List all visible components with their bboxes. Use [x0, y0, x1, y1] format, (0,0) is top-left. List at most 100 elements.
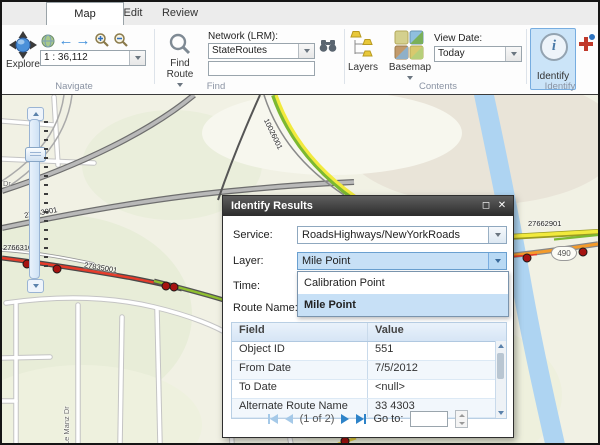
street-label-le-manz-dr: Le Manz Dr	[62, 406, 71, 444]
cell-field: Object ID	[232, 342, 368, 360]
maximize-button[interactable]: ◻	[479, 199, 493, 213]
service-dropdown-arrow[interactable]	[488, 227, 506, 243]
network-dropdown-arrow[interactable]	[298, 44, 314, 58]
chevron-down-icon	[304, 49, 310, 53]
identify-route-location-button[interactable]	[576, 33, 596, 53]
next-page-button[interactable]	[341, 414, 349, 424]
route-name-label: Route Name:	[233, 302, 298, 314]
scrollbar-thumb[interactable]	[497, 353, 504, 379]
table-pager: (1 of 2) Go to:	[231, 408, 505, 430]
table-row[interactable]: Object ID 551	[232, 342, 506, 361]
find-route-dropdown[interactable]	[173, 81, 187, 89]
previous-extent-button[interactable]: ←	[58, 31, 74, 49]
table-row[interactable]: To Date <null>	[232, 380, 506, 399]
chevron-down-icon	[511, 52, 517, 56]
service-value: RoadsHighways/NewYorkRoads	[298, 227, 488, 243]
page-indicator: (1 of 2)	[300, 413, 335, 425]
basemap-grid-icon	[394, 30, 424, 60]
table-header-row: Field Value	[232, 323, 506, 342]
close-button[interactable]: ✕	[495, 199, 509, 213]
search-routes-button[interactable]	[318, 37, 338, 55]
dropdown-option-calibration-point[interactable]: Calibration Point	[298, 272, 508, 294]
identify-info-icon: i	[540, 33, 568, 61]
find-route-magnifier-icon	[168, 32, 192, 56]
find-route-label-1: Find	[170, 58, 189, 69]
zoom-in-icon	[94, 32, 110, 48]
us-route-490-shield: 490	[551, 246, 577, 261]
service-label: Service:	[233, 229, 273, 241]
tab-edit[interactable]: Edit	[107, 2, 159, 24]
table-header-field: Field	[232, 323, 368, 341]
group-separator	[344, 29, 345, 84]
identify-results-dialog: Identify Results ◻ ✕ Service: RoadsHighw…	[222, 195, 514, 438]
goto-spinner[interactable]	[455, 410, 468, 428]
last-triangle-icon	[356, 414, 364, 424]
layer-value: Mile Point	[298, 253, 488, 269]
prev-triangle-icon	[285, 414, 293, 424]
goto-page-input[interactable]	[410, 411, 448, 427]
service-combobox[interactable]: RoadsHighways/NewYorkRoads	[297, 226, 507, 244]
basemap-dropdown[interactable]	[403, 74, 417, 82]
previous-page-button[interactable]	[285, 414, 293, 424]
map-canvas[interactable]: 27663001 27663101 27835001 10026001 2766…	[2, 94, 598, 444]
cell-value: <null>	[368, 380, 506, 398]
first-page-button[interactable]	[268, 414, 278, 424]
time-label: Time:	[233, 280, 260, 292]
attribute-table: Field Value Object ID 551 From Date 7/5/…	[231, 322, 507, 419]
table-row[interactable]: From Date 7/5/2012	[232, 361, 506, 380]
red-plus-info-icon	[576, 33, 596, 53]
zoom-slider-rail[interactable]	[29, 119, 40, 279]
route-input-value	[209, 62, 314, 75]
arrow-right-icon: →	[76, 32, 91, 49]
group-label-find: Find	[207, 81, 225, 92]
explore-label: Explore	[6, 59, 40, 70]
group-separator	[526, 29, 527, 84]
zoom-out-button[interactable]	[112, 31, 130, 49]
group-separator	[154, 29, 155, 84]
spinner-up-icon	[459, 414, 465, 417]
view-date-label: View Date:	[434, 33, 482, 44]
zoom-in-button[interactable]	[93, 31, 111, 49]
network-lrm-label: Network (LRM):	[208, 31, 278, 42]
cell-value: 7/5/2012	[368, 361, 506, 379]
layer-dropdown-arrow[interactable]	[488, 253, 506, 269]
last-page-button[interactable]	[356, 414, 366, 424]
ribbon-tab-bar: Map Edit Review	[2, 2, 598, 26]
layer-combobox[interactable]: Mile Point	[297, 252, 507, 270]
chevron-down-icon	[33, 284, 39, 288]
network-combobox[interactable]: StateRoutes	[208, 43, 315, 59]
view-date-dropdown-arrow[interactable]	[505, 47, 521, 61]
chevron-down-icon	[135, 56, 141, 60]
group-label-navigate: Navigate	[55, 81, 93, 92]
slider-zoom-out-button[interactable]	[27, 279, 44, 293]
zoom-slider-handle[interactable]	[25, 147, 46, 162]
table-scrollbar[interactable]	[495, 341, 506, 418]
next-extent-button[interactable]: →	[75, 31, 91, 49]
table-header-value: Value	[368, 323, 506, 341]
dialog-title: Identify Results	[231, 200, 313, 212]
street-label-dr: Dr	[3, 179, 11, 188]
ribbon-toolbar: Explore ← → 1 : 36	[2, 25, 598, 95]
first-triangle-icon	[270, 414, 278, 424]
route-input-box[interactable]	[208, 61, 315, 76]
layers-button[interactable]	[350, 30, 376, 60]
basemap-button[interactable]	[393, 30, 425, 60]
scale-dropdown-arrow[interactable]	[129, 51, 145, 65]
dialog-title-bar[interactable]: Identify Results	[223, 196, 513, 216]
tab-review[interactable]: Review	[154, 2, 206, 24]
view-date-combobox[interactable]: Today	[434, 46, 522, 62]
explore-button[interactable]	[7, 30, 39, 60]
find-route-button[interactable]	[167, 31, 193, 57]
scroll-up-icon[interactable]	[498, 344, 504, 348]
last-bar-icon	[364, 414, 366, 424]
explore-pad-icon	[8, 30, 38, 60]
scale-combobox[interactable]: 1 : 36,112	[40, 50, 146, 66]
chevron-down-icon	[495, 259, 501, 263]
zoom-out-icon	[113, 32, 129, 48]
chevron-up-icon	[33, 112, 39, 116]
full-extent-globe-button[interactable]	[40, 33, 56, 49]
group-label-identify: Identify	[545, 81, 576, 92]
chevron-down-icon	[495, 233, 501, 237]
dropdown-option-mile-point[interactable]: Mile Point	[298, 294, 508, 316]
cell-value: 551	[368, 342, 506, 360]
